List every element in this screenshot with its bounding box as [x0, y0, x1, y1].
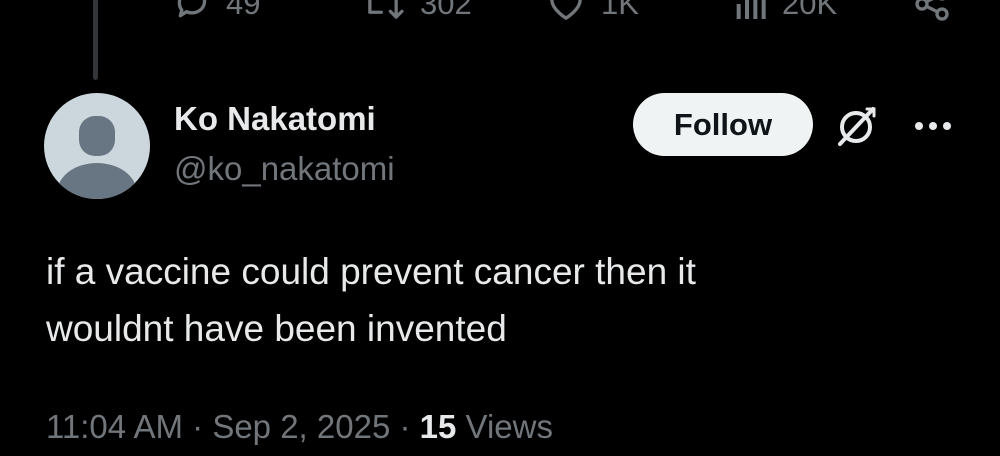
reply-count: 49: [226, 0, 261, 21]
more-icon: [915, 122, 951, 130]
follow-button[interactable]: Follow: [633, 93, 813, 156]
like-button[interactable]: 1K: [545, 0, 639, 24]
tweet-text-line: if a vaccine could prevent cancer then i…: [46, 251, 696, 292]
tweet-date[interactable]: Sep 2, 2025: [212, 408, 390, 445]
repost-icon: [368, 0, 404, 19]
avatar[interactable]: [44, 93, 150, 199]
grok-button[interactable]: [833, 103, 879, 149]
user-display-name[interactable]: Ko Nakatomi: [174, 100, 376, 138]
default-profile-icon: [57, 116, 137, 199]
views-button[interactable]: 20K: [732, 0, 837, 24]
share-icon: [915, 0, 949, 21]
engagement-bar: 49 302 1K 20K: [0, 0, 1000, 34]
tweet-timestamp[interactable]: 11:04 AM: [46, 408, 183, 445]
repost-count: 302: [420, 0, 472, 21]
tweet-text: if a vaccine could prevent cancer then i…: [46, 243, 946, 357]
tweet-views-label: Views: [465, 408, 553, 445]
tweet-metadata: 11:04 AM · Sep 2, 2025 · 15 Views: [46, 408, 553, 446]
meta-separator: ·: [390, 408, 420, 445]
tweet-views-count: 15: [419, 408, 457, 445]
share-button[interactable]: [912, 0, 952, 24]
like-count: 1K: [601, 0, 639, 21]
reply-button[interactable]: 49: [172, 0, 260, 24]
views-count: 20K: [782, 0, 838, 21]
heart-icon: [550, 0, 582, 20]
repost-button[interactable]: 302: [360, 0, 472, 24]
more-options-button[interactable]: [912, 111, 954, 141]
analytics-icon: [736, 0, 766, 19]
reply-icon: [177, 0, 207, 18]
meta-separator: ·: [182, 408, 213, 445]
grok-icon: [838, 107, 876, 146]
tweet-text-line: wouldnt have been invented: [46, 308, 507, 349]
user-handle[interactable]: @ko_nakatomi: [174, 150, 395, 188]
